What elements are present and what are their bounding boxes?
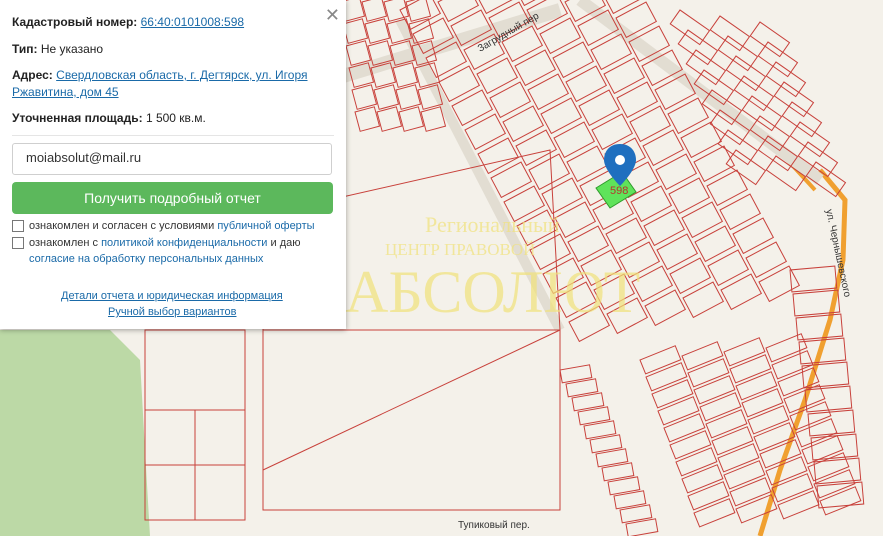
area-row: Уточненная площадь: 1 500 кв.м. xyxy=(12,110,206,127)
email-field[interactable]: moiabsolut@mail.ru xyxy=(12,143,332,175)
privacy-consent-label-2: и даю xyxy=(270,237,301,249)
street-label-tupikovy: Тупиковый пер. xyxy=(458,520,530,531)
cadastral-label: Кадастровый номер: xyxy=(12,15,138,29)
address-label: Адрес: xyxy=(12,68,53,82)
data-processing-line: согласие на обработку персональных данны… xyxy=(29,251,334,267)
privacy-policy-link[interactable]: политикой конфиденциальности xyxy=(101,237,267,249)
privacy-consent-label: ознакомлен с xyxy=(29,237,99,249)
watermark-big: АБСОЛЮТ xyxy=(345,259,640,325)
close-icon[interactable]: ✕ xyxy=(325,5,340,26)
area-label: Уточненная площадь: xyxy=(12,111,143,125)
cadastral-row: Кадастровый номер: 66:40:0101008:598 xyxy=(12,14,244,31)
divider xyxy=(12,135,334,136)
details-link[interactable]: Детали отчета и юридическая информация xyxy=(61,290,283,302)
privacy-checkbox[interactable] xyxy=(12,237,24,249)
selected-plot-label: 598 xyxy=(610,185,628,197)
address-link-line2[interactable]: Ржавитина, дом 45 xyxy=(12,85,119,99)
offer-consent-label: ознакомлен и согласен с условиями xyxy=(29,220,215,232)
details-footer: Детали отчета и юридическая информация xyxy=(61,290,283,302)
plot-info-panel: ✕ Кадастровый номер: 66:40:0101008:598 Т… xyxy=(0,0,346,329)
watermark-line2: ЦЕНТР ПРАВОВОЙ xyxy=(385,240,535,259)
type-row: Тип: Не указано xyxy=(12,41,103,58)
offer-checkbox[interactable] xyxy=(12,220,24,232)
data-processing-link[interactable]: согласие на обработку персональных данны… xyxy=(29,253,263,265)
privacy-consent-text: ознакомлен с политикой конфиденциальност… xyxy=(29,235,334,251)
address-row: Адрес: Свердловская область, г. Дегтярск… xyxy=(12,67,308,101)
cadastral-number-link[interactable]: 66:40:0101008:598 xyxy=(141,15,244,29)
type-label: Тип: xyxy=(12,42,38,56)
watermark-line1: Региональный xyxy=(425,212,560,237)
address-link-line1[interactable]: Свердловская область, г. Дегтярск, ул. И… xyxy=(56,68,307,82)
type-value: Не указано xyxy=(40,42,104,56)
get-report-button[interactable]: Получить подробный отчет xyxy=(12,182,333,214)
manual-footer: Ручной выбор вариантов xyxy=(108,306,236,318)
manual-selection-link[interactable]: Ручной выбор вариантов xyxy=(108,306,236,318)
offer-consent-text: ознакомлен и согласен с условиями публич… xyxy=(29,218,334,234)
public-offer-link[interactable]: публичной оферты xyxy=(217,220,314,232)
area-value: 1 500 кв.м. xyxy=(145,111,206,125)
